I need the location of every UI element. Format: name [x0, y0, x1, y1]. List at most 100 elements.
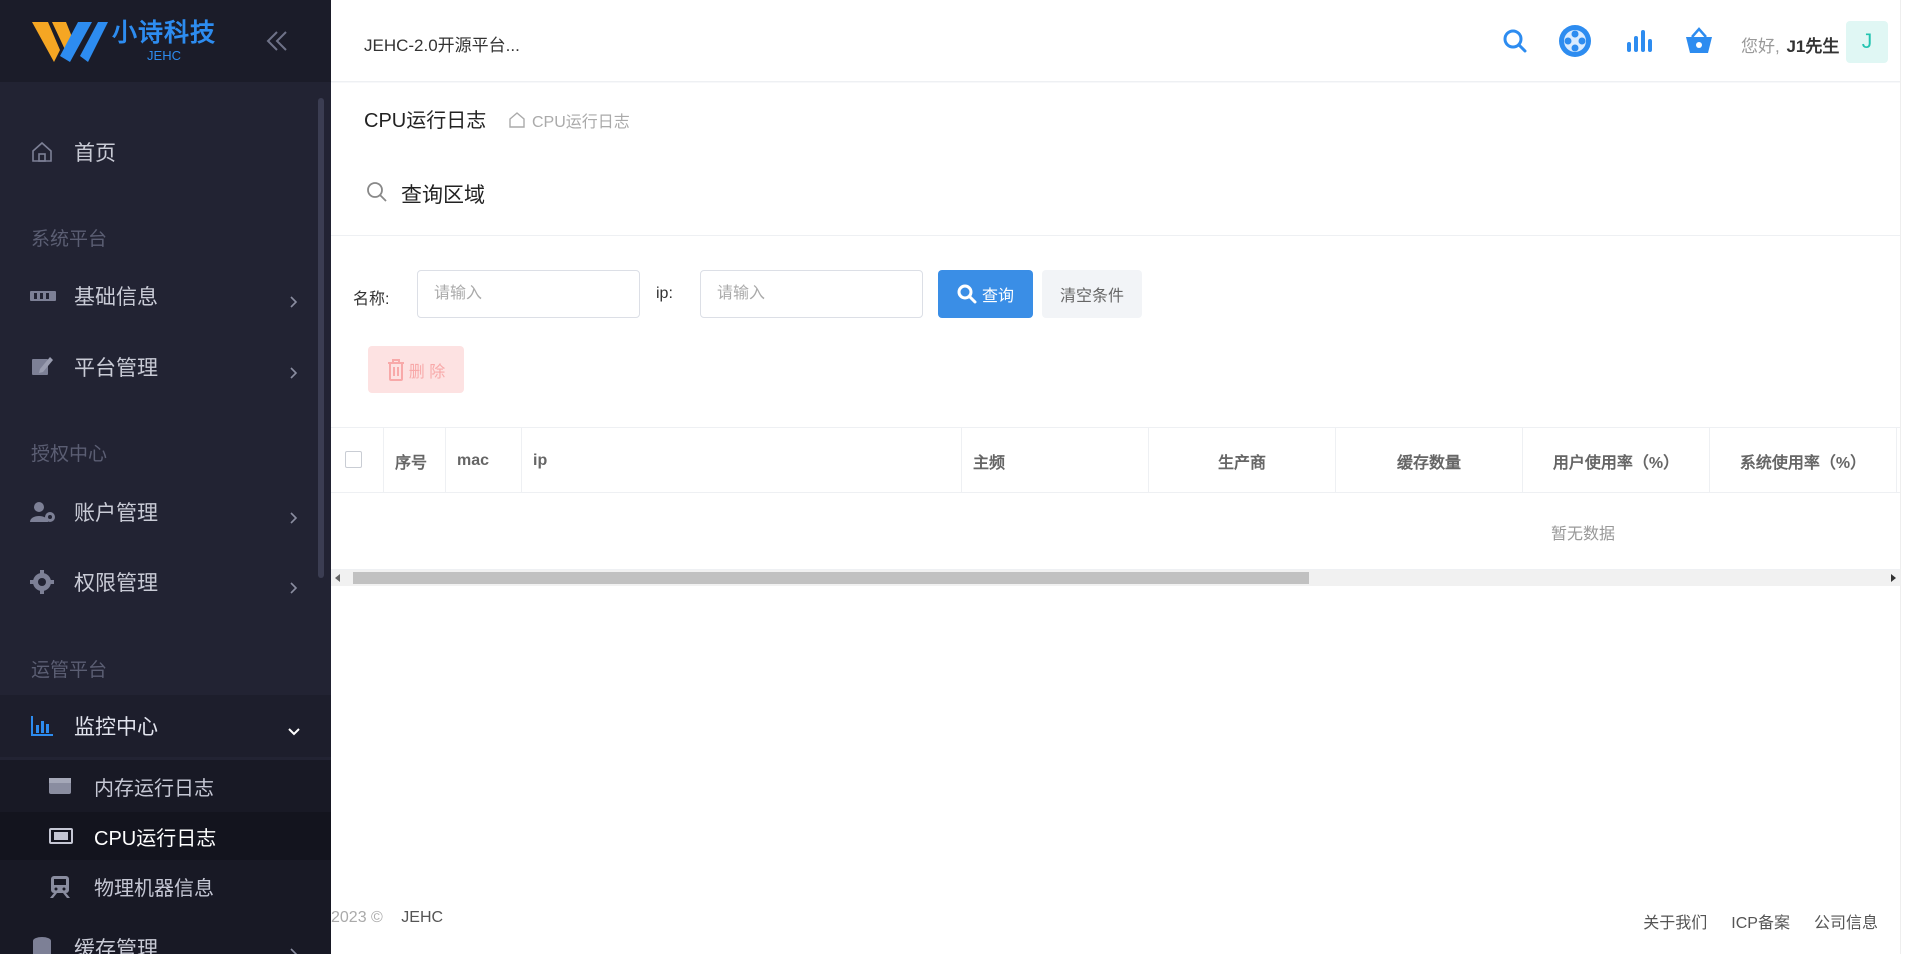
footer-links: 关于我们 ICP备案 公司信息 — [1643, 909, 1878, 933]
home-icon[interactable] — [508, 111, 526, 129]
column-header[interactable]: 缓存数量 — [1336, 428, 1523, 493]
avatar[interactable]: J — [1846, 21, 1888, 63]
ip-label: ip: — [656, 285, 673, 302]
wallet-icon — [48, 776, 72, 796]
sidebar-item-label: 基础信息 — [74, 286, 158, 309]
logo-title: 小诗科技 — [112, 18, 217, 47]
chevron-right-icon — [287, 576, 299, 594]
sidebar-item-platform[interactable]: 平台管理 — [0, 336, 331, 398]
column-header-label: 缓存数量 — [1396, 454, 1461, 472]
sidebar-subitem-memory-log[interactable]: 内存运行日志 — [0, 762, 331, 810]
name-label: 名称: — [353, 291, 390, 308]
basket-icon[interactable] — [1682, 24, 1716, 58]
sidebar-subitem-cpu-log[interactable]: CPU运行日志 — [0, 812, 331, 860]
page-title-bar: CPU运行日志 CPU运行日志 — [331, 83, 1900, 149]
sidebar-subitem-label: CPU运行日志 — [94, 827, 217, 850]
column-header-label: 系统使用率（%） — [1739, 454, 1867, 472]
footer-link-about[interactable]: 关于我们 — [1643, 909, 1707, 933]
bar-chart-icon — [30, 714, 54, 738]
chevron-down-icon — [287, 720, 300, 736]
column-header[interactable]: 序号 — [384, 428, 446, 493]
group-title-system: 系统平台 — [31, 229, 108, 250]
logo-subtitle: JEHC — [147, 47, 181, 63]
cpu-icon — [48, 826, 73, 846]
sidebar-item-label: 权限管理 — [74, 572, 158, 595]
search-button-label: 查询 — [981, 288, 1014, 305]
train-icon — [48, 876, 72, 898]
group-title-auth: 授权中心 — [31, 444, 108, 465]
empty-text: 暂无数据 — [1551, 526, 1616, 543]
column-header-label: 生产商 — [1217, 454, 1266, 472]
column-header[interactable]: ip — [522, 428, 962, 493]
sidebar-item-monitor[interactable]: 监控中心 — [0, 695, 331, 757]
column-header[interactable]: mac — [446, 428, 522, 493]
user-settings-icon — [30, 500, 55, 524]
copyright-year: 2023 — [331, 909, 367, 926]
sidebar-item-label: 缓存管理 — [74, 938, 158, 954]
column-header[interactable]: 系统使用率（%） — [1710, 428, 1897, 493]
chevron-right-icon — [287, 361, 299, 379]
column-header-label: 用户使用率（%） — [1552, 454, 1680, 472]
chevron-right-icon — [287, 506, 299, 524]
apps-icon[interactable] — [1558, 24, 1592, 58]
database-icon — [30, 936, 54, 954]
main-card: 查询区域 名称: 请输入 ip: 请输入 查询 清空条件 删 除 序号 mac … — [331, 149, 1900, 879]
page-vertical-scrollbar[interactable] — [1900, 0, 1920, 954]
table-horizontal-scrollbar[interactable] — [331, 570, 1900, 586]
footer-link-icp[interactable]: ICP备案 — [1731, 909, 1790, 933]
home-icon — [30, 140, 54, 164]
sidebar: 小诗科技 JEHC 首页 系统平台 基础信息 平台管理 授权中心 账户管理 权限… — [0, 0, 331, 954]
column-header-label: ip — [533, 451, 548, 469]
select-all-column — [331, 428, 384, 493]
name-input[interactable]: 请输入 — [417, 270, 640, 318]
scroll-right-icon[interactable] — [1891, 574, 1896, 582]
breadcrumb: CPU运行日志 — [508, 108, 630, 132]
footer-link-company[interactable]: 公司信息 — [1814, 909, 1878, 933]
delete-button-label: 删 除 — [408, 363, 446, 381]
breadcrumb-current: CPU运行日志 — [532, 114, 630, 131]
scroll-left-icon[interactable] — [335, 574, 340, 582]
column-header-label: 主频 — [973, 454, 1006, 472]
query-area-header: 查询区域 — [331, 149, 1900, 236]
select-all-checkbox[interactable] — [345, 451, 362, 468]
delete-button[interactable]: 删 除 — [368, 346, 464, 393]
trash-icon — [387, 358, 405, 381]
column-header[interactable]: 主频 — [962, 428, 1149, 493]
chart-bars-icon[interactable] — [1621, 24, 1655, 58]
column-header[interactable]: 用户使用率（%） — [1523, 428, 1710, 493]
sidebar-item-basic[interactable]: 基础信息 — [0, 265, 331, 327]
footer-brand[interactable]: JEHC — [401, 909, 443, 926]
server-icon — [30, 284, 56, 308]
sidebar-item-permission[interactable]: 权限管理 — [0, 551, 331, 613]
search-icon[interactable] — [1498, 24, 1532, 58]
query-area-title: 查询区域 — [401, 184, 485, 207]
gear-icon — [30, 570, 54, 594]
sidebar-item-label: 平台管理 — [74, 357, 158, 380]
table-header: 序号 mac ip 主频 生产商 缓存数量 用户使用率（%） 系统使用率（%） — [331, 427, 1900, 493]
copyright: 2023 © JEHC — [331, 909, 443, 927]
user-greeting: 您好, J1先生 — [1741, 32, 1839, 57]
sidebar-item-label: 监控中心 — [74, 716, 158, 739]
sidebar-item-account[interactable]: 账户管理 — [0, 481, 331, 543]
top-header: JEHC-2.0开源平台... 您好, J1先生 J — [331, 0, 1920, 82]
sidebar-subitem-label: 物理机器信息 — [94, 877, 214, 900]
ip-input[interactable]: 请输入 — [700, 270, 923, 318]
app-title[interactable]: JEHC-2.0开源平台... — [364, 31, 520, 56]
logo: 小诗科技 JEHC — [112, 18, 217, 63]
footer: 2023 © JEHC 关于我们 ICP备案 公司信息 — [331, 879, 1900, 954]
logo-icon — [30, 16, 110, 66]
search-button[interactable]: 查询 — [938, 270, 1033, 318]
search-icon — [366, 181, 388, 203]
sidebar-subitem-label: 内存运行日志 — [94, 777, 214, 800]
sidebar-subitem-machine-info[interactable]: 物理机器信息 — [0, 862, 331, 910]
sidebar-item-cache[interactable]: 缓存管理 — [0, 917, 331, 954]
chevron-right-icon — [287, 942, 299, 954]
scrollbar-thumb[interactable] — [353, 572, 1309, 584]
sidebar-item-home[interactable]: 首页 — [0, 121, 331, 183]
clear-conditions-button[interactable]: 清空条件 — [1042, 270, 1142, 318]
user-name[interactable]: J1先生 — [1786, 37, 1839, 56]
search-icon — [957, 284, 977, 304]
collapse-sidebar-icon[interactable] — [264, 28, 290, 54]
group-title-ops: 运管平台 — [31, 660, 108, 681]
column-header[interactable]: 生产商 — [1149, 428, 1336, 493]
